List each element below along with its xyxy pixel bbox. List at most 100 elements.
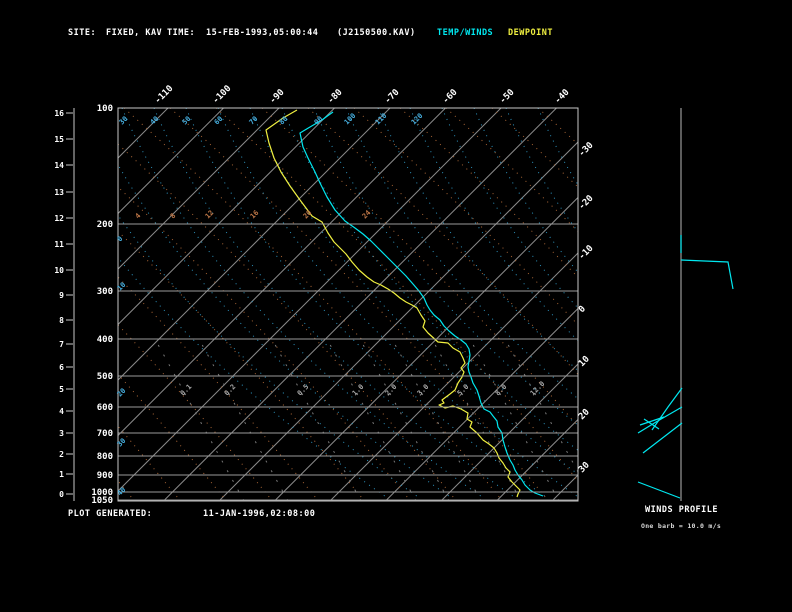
- winds-profile-caption: One barb = 10.0 m/s: [641, 522, 722, 530]
- skewt-plot: 1002003004005006007008009001000105001234…: [0, 84, 792, 506]
- svg-text:500: 500: [97, 372, 113, 382]
- svg-text:9: 9: [59, 291, 64, 300]
- moist-adiabat-line: [153, 108, 516, 499]
- isotherm-line: [0, 108, 57, 501]
- isotherm-line: [118, 108, 446, 437]
- svg-text:900: 900: [97, 471, 113, 481]
- dry-adiabat-line: [491, 108, 578, 188]
- svg-text:14: 14: [54, 161, 64, 170]
- svg-text:-10: -10: [577, 244, 596, 263]
- moist-adiabat-line: [217, 108, 578, 498]
- svg-text:100: 100: [97, 104, 113, 114]
- svg-text:11: 11: [54, 240, 64, 249]
- isotherm-line: [385, 307, 578, 501]
- moist-adiabat-line: [441, 108, 578, 309]
- dry-adiabat-line: [307, 108, 578, 376]
- dry-adiabat-line: [261, 108, 578, 428]
- svg-text:-30: -30: [577, 141, 596, 160]
- svg-text:8.0: 8.0: [494, 383, 509, 398]
- svg-text:-110: -110: [153, 84, 175, 106]
- svg-text:-60: -60: [441, 88, 460, 107]
- skewt-app-screen: SITE: FIXED, KAV TIME: 15-FEB-1993,05:00…: [0, 0, 792, 612]
- isotherm-line: [118, 108, 224, 215]
- svg-text:2.0: 2.0: [384, 383, 399, 398]
- dry-adiabat-line: [118, 143, 455, 499]
- moist-adiabat-line: [185, 108, 548, 499]
- mixing-ratio-line: [472, 344, 560, 501]
- svg-text:200: 200: [97, 220, 113, 230]
- moist-adiabat-line: [409, 108, 578, 342]
- moist-adiabat-line: [118, 256, 388, 499]
- dry-adiabat-line: [0, 108, 86, 498]
- dry-adiabat-line: [399, 108, 578, 278]
- isotherm-line: [118, 108, 280, 270]
- svg-text:12.0: 12.0: [529, 380, 547, 398]
- moist-adiabat-line: [118, 214, 420, 499]
- svg-text:600: 600: [97, 403, 113, 413]
- svg-text:16: 16: [54, 109, 64, 118]
- dry-adiabat-line: [118, 373, 225, 499]
- svg-text:400: 400: [97, 335, 113, 345]
- svg-text:-90: -90: [268, 88, 287, 107]
- isotherm-line: [118, 108, 502, 492]
- svg-text:3: 3: [59, 429, 64, 438]
- svg-text:13: 13: [54, 188, 64, 197]
- svg-text:1050: 1050: [91, 496, 113, 506]
- svg-text:1.0: 1.0: [351, 383, 366, 398]
- moist-adiabat-line: [121, 108, 484, 499]
- svg-text:30: 30: [577, 460, 592, 475]
- isotherm-line: [0, 108, 2, 501]
- svg-text:120: 120: [410, 112, 425, 127]
- svg-text:-50: -50: [498, 88, 517, 107]
- svg-text:300: 300: [97, 287, 113, 297]
- svg-text:3.0: 3.0: [416, 383, 431, 398]
- svg-text:50: 50: [181, 115, 193, 127]
- svg-text:700: 700: [97, 429, 113, 439]
- isotherm-line: [163, 108, 557, 501]
- svg-text:10: 10: [54, 266, 64, 275]
- moist-adiabat-line: [118, 163, 452, 499]
- isotherm-line: [440, 363, 578, 501]
- dry-adiabat-line: [118, 324, 271, 499]
- svg-text:-70: -70: [383, 88, 402, 107]
- dry-adiabat-line: [118, 425, 179, 499]
- svg-text:0.1: 0.1: [179, 383, 194, 398]
- wind-barb: [637, 481, 681, 499]
- moist-adiabat-line: [313, 108, 578, 426]
- dry-adiabat-line: [215, 108, 578, 482]
- svg-text:20: 20: [302, 209, 314, 221]
- dewpoint-curve: [265, 109, 521, 498]
- svg-text:-40: -40: [553, 88, 572, 107]
- isotherm-line: [551, 474, 578, 501]
- wind-barb: [680, 259, 734, 290]
- moist-adiabat-line: [345, 108, 578, 400]
- svg-text:4: 4: [134, 212, 143, 221]
- mixing-ratio-line: [157, 344, 245, 501]
- isotherm-line: [118, 108, 169, 159]
- dry-adiabat-line: [118, 480, 133, 499]
- dry-adiabat-line: [584, 108, 792, 498]
- svg-text:12: 12: [54, 214, 64, 223]
- mixing-ratio-line: [274, 344, 362, 501]
- isotherm-line: [274, 196, 578, 501]
- isotherm-line: [496, 418, 578, 501]
- svg-text:0.5: 0.5: [296, 383, 311, 398]
- svg-text:8: 8: [169, 212, 178, 221]
- moist-adiabat-line: [473, 108, 578, 273]
- plot-generated-value: 11-JAN-1996,02:08:00: [203, 509, 316, 519]
- svg-text:0: 0: [116, 235, 125, 244]
- svg-text:-100: -100: [211, 84, 233, 106]
- svg-text:12: 12: [204, 209, 216, 221]
- svg-text:30: 30: [118, 115, 130, 127]
- winds-profile-title: WINDS PROFILE: [645, 505, 719, 515]
- svg-text:8: 8: [59, 316, 64, 325]
- svg-text:0: 0: [577, 304, 588, 315]
- dry-adiabat-line: [169, 108, 547, 499]
- svg-text:20: 20: [577, 407, 592, 422]
- svg-text:0.2: 0.2: [223, 383, 238, 398]
- svg-text:16: 16: [249, 209, 261, 221]
- svg-text:-80: -80: [326, 88, 345, 107]
- svg-text:7: 7: [59, 340, 64, 349]
- moist-adiabat-line: [505, 108, 578, 233]
- mixing-ratio-line: [507, 344, 578, 473]
